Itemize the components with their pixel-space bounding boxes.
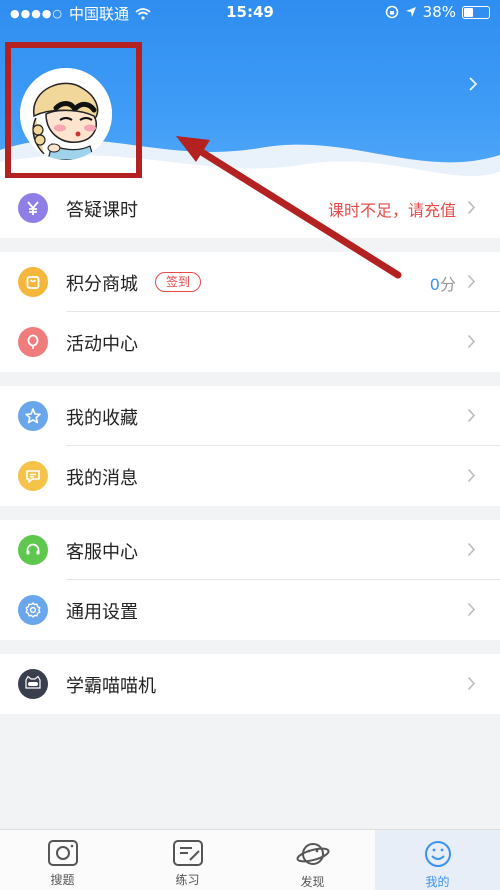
yuan-icon	[18, 193, 48, 223]
tab-discover[interactable]: 发现	[250, 830, 375, 890]
tab-search-question[interactable]: 搜题	[0, 830, 125, 890]
menu-item-customer-service[interactable]: 客服中心	[0, 520, 500, 580]
tab-label: 搜题	[50, 873, 75, 887]
printer-cat-icon	[18, 669, 48, 699]
menu-label: 我的收藏	[66, 408, 138, 429]
tab-label: 练习	[175, 873, 200, 887]
menu-item-general-settings[interactable]: 通用设置	[0, 580, 500, 640]
rotation-lock-icon	[385, 5, 398, 19]
chevron-right-icon	[467, 542, 476, 557]
menu-label: 答疑课时	[66, 200, 138, 221]
tab-label: 发现	[300, 875, 325, 889]
menu-group-support: 客服中心 通用设置	[0, 520, 500, 640]
balloon-icon	[18, 327, 48, 357]
points-value: 0分	[429, 275, 456, 294]
header-chevron-right-icon[interactable]	[468, 76, 478, 92]
menu-group-device: 学霸喵喵机	[0, 654, 500, 714]
menu-item-xueba-miaomiao[interactable]: 学霸喵喵机	[0, 654, 500, 714]
shopping-bag-icon	[18, 267, 48, 297]
menu-label: 学霸喵喵机	[66, 676, 156, 697]
menu-label: 积分商城	[66, 274, 138, 295]
status-bar: ●●●●○ 中国联通 15:49 38%	[0, 0, 500, 26]
tab-label: 我的	[425, 875, 450, 889]
battery-percent: 38%	[422, 3, 456, 21]
menu-item-activity-center[interactable]: 活动中心	[0, 312, 500, 372]
headset-icon	[18, 535, 48, 565]
bottom-tab-bar: 搜题 练习 发现 我的	[0, 829, 500, 890]
recharge-hint[interactable]: 课时不足，请充值	[328, 197, 456, 221]
gear-icon	[18, 595, 48, 625]
chevron-right-icon	[467, 274, 476, 289]
tab-mine[interactable]: 我的	[375, 830, 500, 890]
checkin-badge[interactable]: 签到	[155, 272, 202, 292]
smile-icon	[424, 841, 451, 867]
menu-group-hours: 答疑课时 课时不足，请充值	[0, 178, 500, 238]
chevron-right-icon	[467, 676, 476, 691]
message-icon	[18, 461, 48, 491]
menu-label: 活动中心	[66, 334, 138, 355]
location-icon	[405, 7, 416, 17]
menu-item-my-favorites[interactable]: 我的收藏	[0, 386, 500, 446]
menu-label: 我的消息	[66, 468, 138, 489]
chevron-right-icon	[467, 468, 476, 483]
chevron-right-icon	[467, 334, 476, 349]
battery-icon	[462, 5, 490, 19]
tab-practice[interactable]: 练习	[125, 830, 250, 890]
edit-icon	[172, 840, 203, 866]
chevron-right-icon	[467, 200, 476, 215]
avatar-highlight-annotation	[5, 42, 142, 179]
menu-label: 客服中心	[66, 542, 138, 563]
chevron-right-icon	[467, 602, 476, 617]
chevron-right-icon	[467, 408, 476, 423]
menu-group-mall: 积分商城 签到 0分 活动中心	[0, 252, 500, 372]
planet-icon	[295, 843, 330, 865]
menu-label: 通用设置	[66, 602, 138, 623]
menu-item-answer-hours[interactable]: 答疑课时 课时不足，请充值	[0, 178, 500, 238]
menu-group-personal: 我的收藏 我的消息	[0, 386, 500, 506]
menu-item-my-messages[interactable]: 我的消息	[0, 446, 500, 506]
menu-item-points-mall[interactable]: 积分商城 签到 0分	[0, 252, 500, 312]
camera-icon	[47, 840, 78, 866]
star-icon	[18, 401, 48, 431]
